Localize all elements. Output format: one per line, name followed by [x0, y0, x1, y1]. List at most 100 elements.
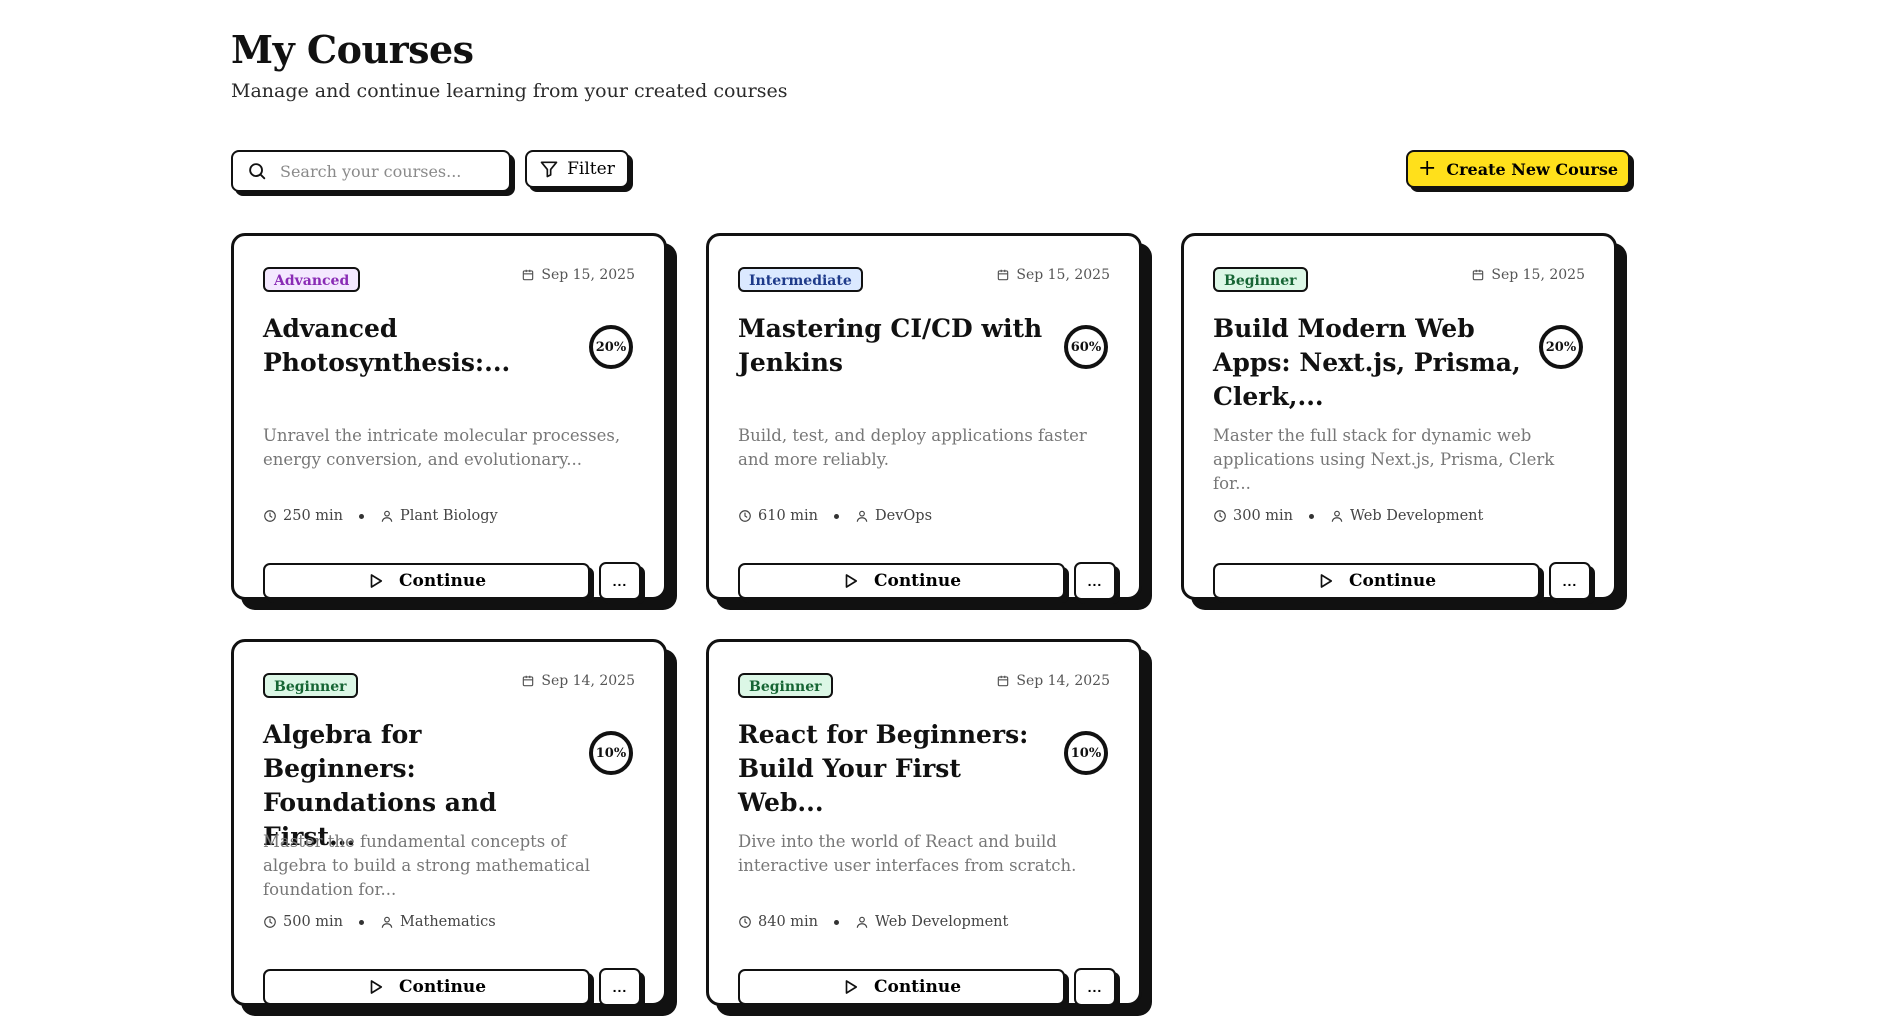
- filter-label: Filter: [567, 159, 615, 179]
- level-badge: Beginner: [738, 673, 833, 698]
- toolbar: Filter + Create New Course: [231, 150, 1630, 194]
- course-description: Master the full stack for dynamic web ap…: [1213, 426, 1555, 493]
- more-options-button[interactable]: ...: [599, 968, 641, 1006]
- course-duration: 250 min: [283, 508, 344, 524]
- calendar-icon: [996, 268, 1010, 282]
- course-date: Sep 15, 2025: [1471, 267, 1585, 283]
- search-box[interactable]: [231, 150, 511, 192]
- calendar-icon: [996, 674, 1010, 688]
- create-new-course-button[interactable]: + Create New Course: [1406, 150, 1630, 188]
- course-duration: 610 min: [758, 508, 819, 524]
- course-card-body: Intermediate Sep 15, 2025 Mastering CI/C…: [738, 264, 1116, 600]
- continue-label: Continue: [1348, 571, 1437, 591]
- play-icon: [1317, 572, 1335, 590]
- course-card[interactable]: Beginner Sep 14, 2025 React for Beginner…: [706, 639, 1142, 1006]
- progress-indicator: 20%: [589, 325, 633, 369]
- course-duration: 500 min: [283, 914, 344, 930]
- course-date-text: Sep 15, 2025: [1016, 267, 1110, 283]
- create-new-course-label: Create New Course: [1446, 159, 1619, 179]
- course-title[interactable]: Mastering CI/CD with Jenkins: [738, 312, 1048, 380]
- level-badge: Beginner: [1213, 267, 1308, 292]
- my-courses-page: My Courses Manage and continue learning …: [0, 0, 1893, 1036]
- continue-button[interactable]: Continue: [738, 563, 1065, 599]
- course-category: Web Development: [875, 914, 1009, 930]
- course-meta: 840 min Web Development: [738, 914, 1008, 930]
- course-card-body: Advanced Sep 15, 2025 Advanced Photosynt…: [263, 264, 641, 600]
- course-title[interactable]: React for Beginners: Build Your First We…: [738, 718, 1048, 820]
- level-badge: Beginner: [263, 673, 358, 698]
- continue-label: Continue: [873, 977, 962, 997]
- course-card-body: Beginner Sep 14, 2025 React for Beginner…: [738, 670, 1116, 1006]
- plus-icon: +: [1417, 156, 1437, 181]
- clock-icon: [738, 509, 752, 523]
- course-card-body: Beginner Sep 14, 2025 Algebra for Beginn…: [263, 670, 641, 1006]
- course-card[interactable]: Beginner Sep 14, 2025 Algebra for Beginn…: [231, 639, 667, 1006]
- calendar-icon: [521, 268, 535, 282]
- clock-icon: [1213, 509, 1227, 523]
- course-card[interactable]: Advanced Sep 15, 2025 Advanced Photosynt…: [231, 233, 667, 600]
- more-options-button[interactable]: ...: [1549, 562, 1591, 600]
- more-icon: ...: [612, 573, 628, 589]
- course-meta: 610 min DevOps: [738, 508, 932, 524]
- course-category: Mathematics: [400, 914, 496, 930]
- course-title[interactable]: Build Modern Web Apps: Next.js, Prisma, …: [1213, 312, 1523, 414]
- more-options-button[interactable]: ...: [599, 562, 641, 600]
- course-card[interactable]: Intermediate Sep 15, 2025 Mastering CI/C…: [706, 233, 1142, 600]
- more-options-button[interactable]: ...: [1074, 968, 1116, 1006]
- filter-button[interactable]: Filter: [525, 150, 629, 188]
- course-description: Build, test, and deploy applications fas…: [738, 426, 1087, 469]
- continue-button[interactable]: Continue: [1213, 563, 1540, 599]
- page-header: My Courses Manage and continue learning …: [231, 28, 788, 104]
- user-icon: [855, 509, 869, 523]
- course-card[interactable]: Beginner Sep 15, 2025 Build Modern Web A…: [1181, 233, 1617, 600]
- course-date-text: Sep 14, 2025: [541, 673, 635, 689]
- meta-separator: [1309, 513, 1315, 519]
- continue-button[interactable]: Continue: [738, 969, 1065, 1005]
- page-title: My Courses: [231, 27, 474, 72]
- continue-label: Continue: [398, 977, 487, 997]
- play-icon: [842, 978, 860, 996]
- course-date: Sep 15, 2025: [521, 267, 635, 283]
- continue-button[interactable]: Continue: [263, 969, 590, 1005]
- course-date: Sep 14, 2025: [996, 673, 1110, 689]
- calendar-icon: [521, 674, 535, 688]
- course-date-text: Sep 15, 2025: [1491, 267, 1585, 283]
- course-meta: 300 min Web Development: [1213, 508, 1483, 524]
- course-card-body: Beginner Sep 15, 2025 Build Modern Web A…: [1213, 264, 1591, 600]
- search-input[interactable]: [278, 160, 502, 182]
- user-icon: [380, 915, 394, 929]
- continue-button[interactable]: Continue: [263, 563, 590, 599]
- course-description: Dive into the world of React and build i…: [738, 832, 1077, 875]
- clock-icon: [263, 915, 277, 929]
- course-meta: 500 min Mathematics: [263, 914, 496, 930]
- user-icon: [1330, 509, 1344, 523]
- search-icon: [246, 160, 268, 182]
- more-icon: ...: [1562, 573, 1578, 589]
- continue-label: Continue: [873, 571, 962, 591]
- course-date-text: Sep 14, 2025: [1016, 673, 1110, 689]
- course-category: Plant Biology: [400, 508, 498, 524]
- play-icon: [367, 978, 385, 996]
- clock-icon: [738, 915, 752, 929]
- course-category: Web Development: [1350, 508, 1484, 524]
- meta-separator: [359, 919, 365, 925]
- page-subtitle: Manage and continue learning from your c…: [231, 80, 788, 102]
- play-icon: [842, 572, 860, 590]
- continue-label: Continue: [398, 571, 487, 591]
- filter-icon: [539, 159, 559, 179]
- course-meta: 250 min Plant Biology: [263, 508, 498, 524]
- user-icon: [380, 509, 394, 523]
- course-date-text: Sep 15, 2025: [541, 267, 635, 283]
- course-duration: 840 min: [758, 914, 819, 930]
- level-badge: Advanced: [263, 267, 361, 292]
- more-icon: ...: [1087, 979, 1103, 995]
- meta-separator: [834, 513, 840, 519]
- progress-indicator: 60%: [1064, 325, 1108, 369]
- course-title[interactable]: Advanced Photosynthesis:...: [263, 312, 573, 380]
- calendar-icon: [1471, 268, 1485, 282]
- user-icon: [855, 915, 869, 929]
- more-icon: ...: [612, 979, 628, 995]
- clock-icon: [263, 509, 277, 523]
- course-description: Master the fundamental concepts of algeb…: [263, 832, 591, 899]
- more-options-button[interactable]: ...: [1074, 562, 1116, 600]
